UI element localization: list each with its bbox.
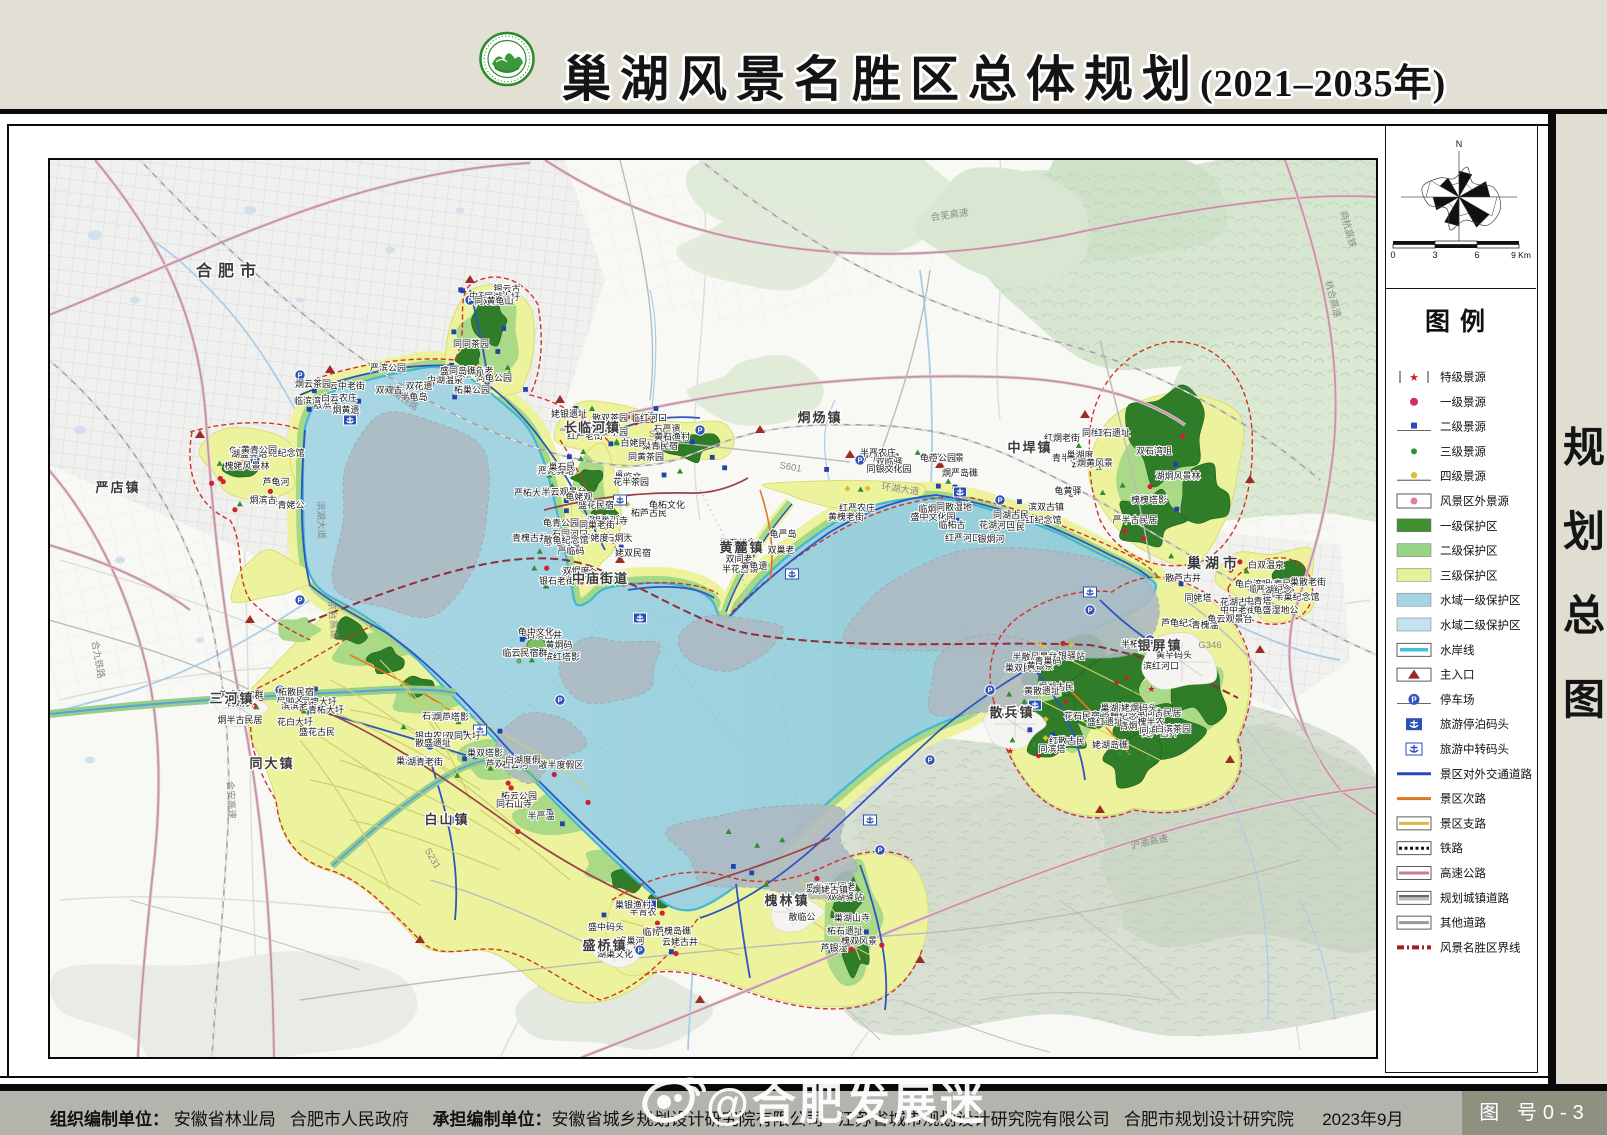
svg-text:二级保护区: 二级保护区 [1440,544,1498,558]
svg-text:景区次路: 景区次路 [1440,792,1486,806]
svg-text:高速公路: 高速公路 [1440,866,1486,880]
svg-text:规划城镇道路: 规划城镇道路 [1440,891,1509,905]
svg-text:旅游中转码头: 旅游中转码头 [1440,742,1509,756]
svg-text:景区支路: 景区支路 [1440,816,1486,830]
svg-text:风景区外景源: 风景区外景源 [1440,494,1509,508]
svg-text:二级景源: 二级景源 [1440,420,1486,434]
svg-text:旅游停泊码头: 旅游停泊码头 [1440,717,1509,731]
svg-text:0: 0 [1390,250,1395,260]
svg-text:特级景源: 特级景源 [1440,370,1486,384]
svg-text:一级保护区: 一级保护区 [1440,519,1498,533]
svg-text:3: 3 [1432,250,1437,260]
svg-text:三级保护区: 三级保护区 [1440,568,1498,582]
svg-text:景区对外交通道路: 景区对外交通道路 [1440,767,1532,781]
svg-text:水域二级保护区: 水域二级保护区 [1440,618,1521,632]
svg-text:主入口: 主入口 [1440,669,1475,682]
svg-text:水域一级保护区: 水域一级保护区 [1440,593,1521,607]
svg-text:9 Km: 9 Km [1511,250,1531,260]
svg-text:铁路: 铁路 [1440,841,1463,855]
svg-text:P: P [1411,695,1417,704]
svg-text:三级景源: 三级景源 [1440,444,1486,458]
svg-text:其他道路: 其他道路 [1440,916,1486,930]
svg-text:水岸线: 水岸线 [1440,643,1475,657]
svg-text:一级景源: 一级景源 [1440,395,1486,409]
svg-text:风景名胜区界线: 风景名胜区界线 [1440,940,1521,954]
svg-text:6: 6 [1474,250,1479,260]
svg-text:停车场: 停车场 [1440,692,1475,706]
svg-text:N: N [1456,139,1463,149]
svg-text:图例: 图例 [1425,308,1495,336]
svg-text:四级景源: 四级景源 [1440,469,1486,483]
svg-text:★: ★ [1409,372,1419,384]
